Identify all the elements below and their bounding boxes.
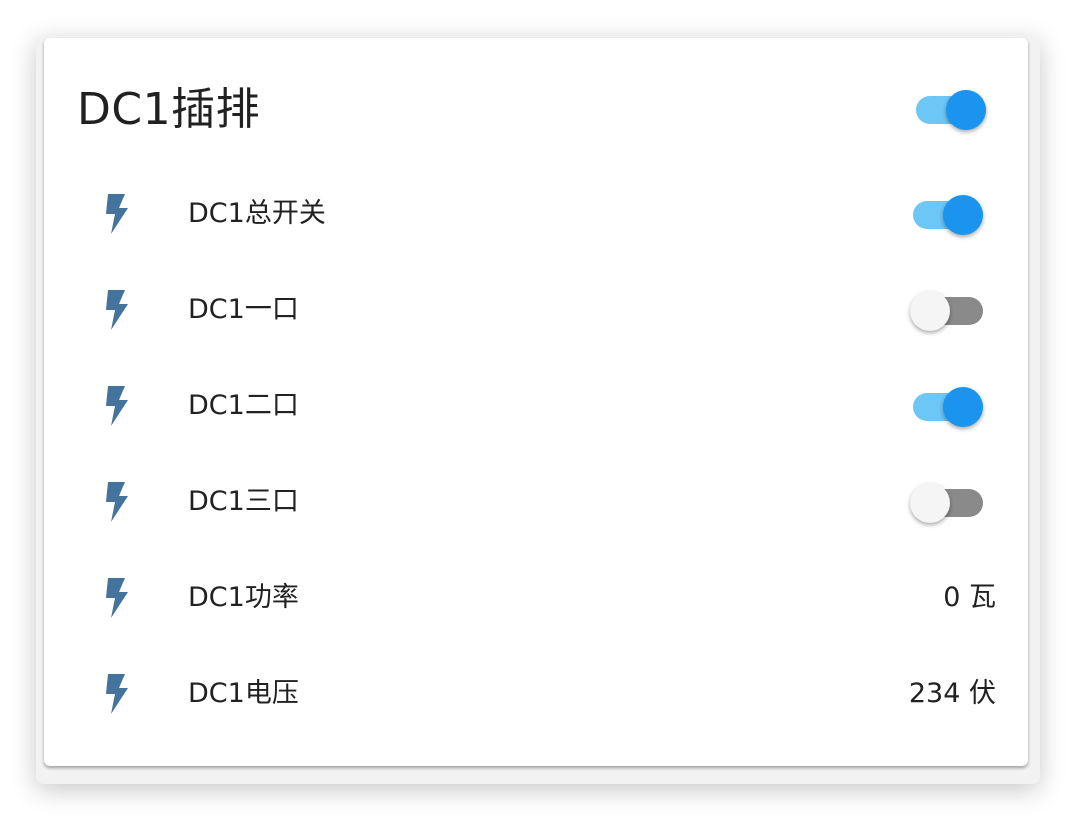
- entity-label: DC1总开关: [188, 198, 326, 229]
- entity-toggle-port-3[interactable]: [910, 480, 986, 524]
- entity-toggle-port-2[interactable]: [910, 384, 986, 428]
- entity-label: DC1一口: [188, 294, 299, 325]
- entity-row-port-3: DC1三口: [44, 454, 1028, 550]
- entities-card: DC1插排 DC1总开关 DC1一口 DC1二口 DC1三口 DC1功率 0 瓦…: [44, 38, 1028, 766]
- entity-row-voltage[interactable]: DC1电压 234 伏: [44, 646, 1028, 742]
- toggle-thumb: [946, 90, 986, 130]
- flash-icon: [106, 578, 128, 618]
- entity-row-master-switch: DC1总开关: [44, 166, 1028, 262]
- card-title: DC1插排: [77, 84, 261, 135]
- sensor-value: 234 伏: [908, 678, 996, 709]
- toggle-thumb: [910, 291, 950, 331]
- flash-icon: [106, 194, 128, 234]
- entity-row-port-1: DC1一口: [44, 262, 1028, 358]
- flash-icon: [106, 482, 128, 522]
- flash-icon: [106, 674, 128, 714]
- entity-row-power[interactable]: DC1功率 0 瓦: [44, 550, 1028, 646]
- flash-icon: [106, 386, 128, 426]
- toggle-thumb: [943, 195, 983, 235]
- entity-label: DC1二口: [188, 390, 299, 421]
- entity-label: DC1电压: [188, 678, 299, 709]
- entity-toggle-master[interactable]: [910, 192, 986, 236]
- entity-label: DC1功率: [188, 582, 299, 613]
- master-toggle[interactable]: [913, 87, 989, 131]
- entity-row-port-2: DC1二口: [44, 358, 1028, 454]
- toggle-thumb: [943, 387, 983, 427]
- entity-toggle-port-1[interactable]: [910, 288, 986, 332]
- entity-label: DC1三口: [188, 486, 299, 517]
- toggle-thumb: [910, 483, 950, 523]
- flash-icon: [106, 290, 128, 330]
- sensor-value: 0 瓦: [943, 582, 996, 613]
